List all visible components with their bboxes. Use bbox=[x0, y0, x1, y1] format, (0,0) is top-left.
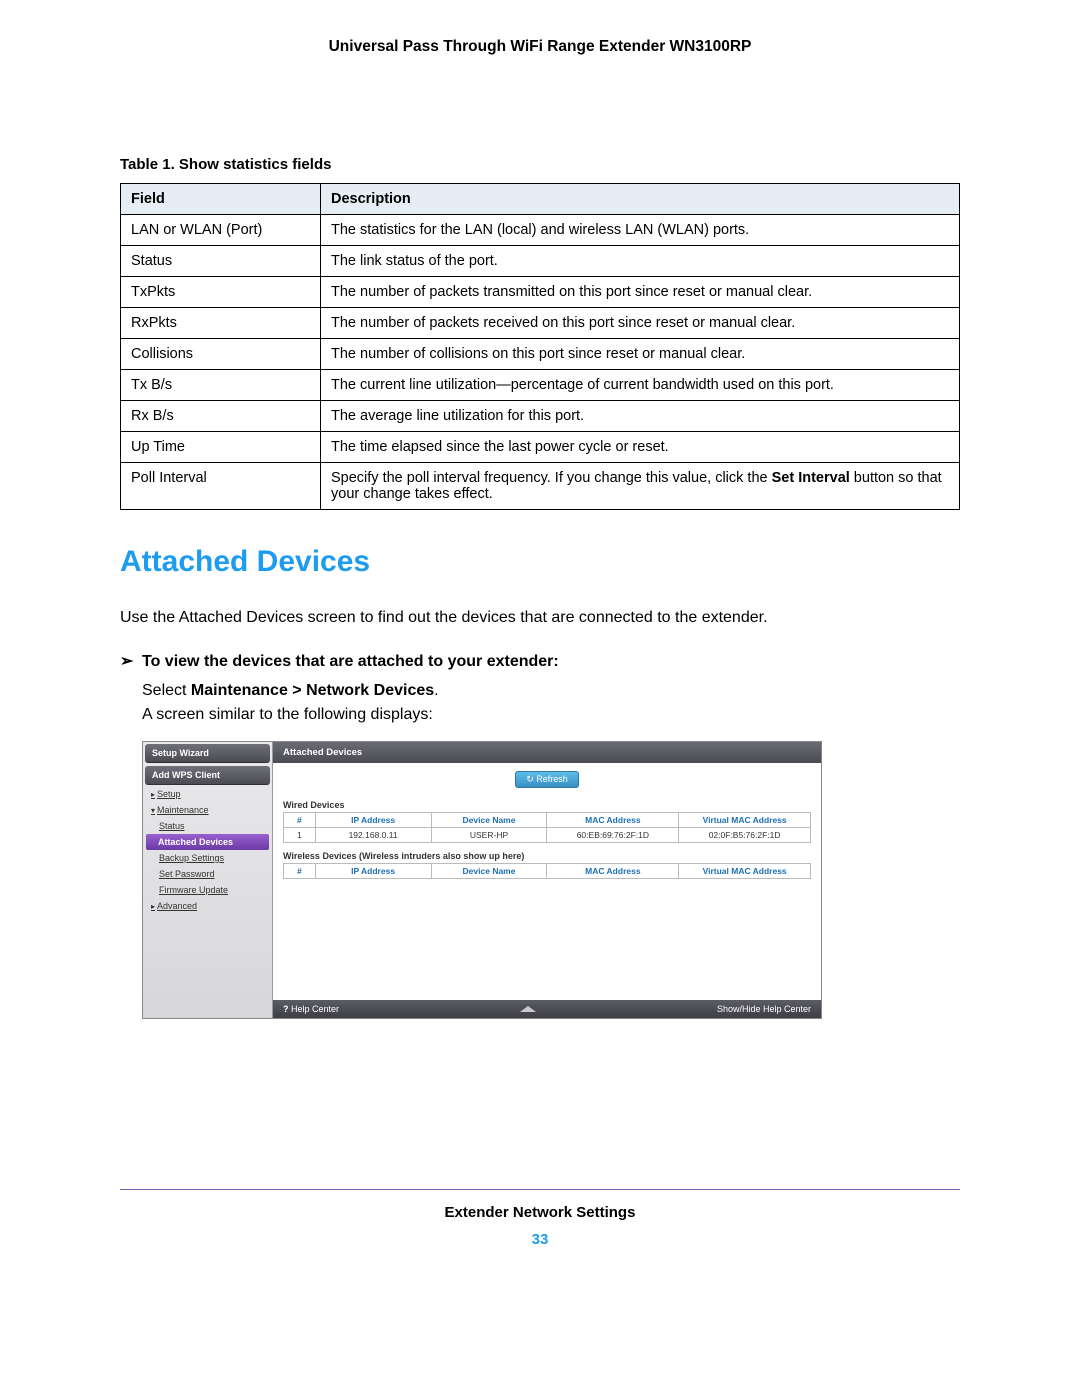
cell-field: RxPkts bbox=[121, 308, 321, 339]
page-footer: Extender Network Settings 33 bbox=[120, 1189, 960, 1248]
step-select-pre: Select bbox=[142, 682, 191, 699]
sidebar-label: Maintenance bbox=[157, 805, 209, 815]
caret-down-icon: ▾ bbox=[151, 806, 155, 815]
sidebar-item-status[interactable]: Status bbox=[143, 818, 272, 834]
col-vmac: Virtual MAC Address bbox=[679, 863, 811, 878]
section-intro: Use the Attached Devices screen to find … bbox=[120, 607, 960, 629]
cell-desc: The statistics for the LAN (local) and w… bbox=[321, 215, 960, 246]
sidebar-label: Advanced bbox=[157, 901, 197, 911]
panel-footer: Help Center Show/Hide Help Center bbox=[273, 1000, 821, 1018]
col-num: # bbox=[284, 812, 316, 827]
toggle-help-link[interactable]: Show/Hide Help Center bbox=[717, 1004, 811, 1014]
cell-desc: The current line utilization—percentage … bbox=[321, 370, 960, 401]
col-vmac: Virtual MAC Address bbox=[679, 812, 811, 827]
col-mac: MAC Address bbox=[547, 812, 679, 827]
cell-desc: The link status of the port. bbox=[321, 246, 960, 277]
footer-section-title: Extender Network Settings bbox=[120, 1204, 960, 1221]
col-num: # bbox=[284, 863, 316, 878]
cell-ip: 192.168.0.11 bbox=[315, 827, 431, 842]
col-ip: IP Address bbox=[315, 812, 431, 827]
cell-field: Poll Interval bbox=[121, 463, 321, 510]
col-name: Device Name bbox=[431, 863, 547, 878]
step-select-bold: Maintenance > Network Devices bbox=[191, 682, 434, 699]
step-heading: ➢To view the devices that are attached t… bbox=[120, 651, 960, 671]
help-center-link[interactable]: Help Center bbox=[283, 1004, 339, 1014]
footer-page-number: 33 bbox=[120, 1231, 960, 1248]
cell-field: Tx B/s bbox=[121, 370, 321, 401]
th-description: Description bbox=[321, 184, 960, 215]
table-row: CollisionsThe number of collisions on th… bbox=[121, 339, 960, 370]
sidebar-item-maintenance[interactable]: ▾Maintenance bbox=[143, 802, 272, 818]
col-mac: MAC Address bbox=[547, 863, 679, 878]
cell-name: USER-HP bbox=[431, 827, 547, 842]
expand-arrow-icon[interactable] bbox=[520, 1006, 536, 1012]
cell-field: Collisions bbox=[121, 339, 321, 370]
caret-right-icon: ▸ bbox=[151, 790, 155, 799]
setup-wizard-button[interactable]: Setup Wizard bbox=[145, 744, 270, 763]
poll-desc-pre: Specify the poll interval frequency. If … bbox=[331, 470, 772, 486]
cell-field: Status bbox=[121, 246, 321, 277]
table-row: Poll Interval Specify the poll interval … bbox=[121, 463, 960, 510]
cell-desc: Specify the poll interval frequency. If … bbox=[321, 463, 960, 510]
wireless-devices-label: Wireless Devices (Wireless intruders als… bbox=[283, 851, 811, 861]
table-row: 1 192.168.0.11 USER-HP 60:EB:69:76:2F:1D… bbox=[284, 827, 811, 842]
cell-desc: The number of packets received on this p… bbox=[321, 308, 960, 339]
sidebar-label: Setup bbox=[157, 789, 181, 799]
cell-field: Rx B/s bbox=[121, 401, 321, 432]
wireless-devices-table: # IP Address Device Name MAC Address Vir… bbox=[283, 863, 811, 879]
sidebar-item-advanced[interactable]: ▸Advanced bbox=[143, 898, 272, 914]
table-row: LAN or WLAN (Port)The statistics for the… bbox=[121, 215, 960, 246]
refresh-button[interactable]: Refresh bbox=[515, 771, 579, 788]
panel-title: Attached Devices bbox=[273, 742, 821, 763]
sidebar-item-backup[interactable]: Backup Settings bbox=[143, 850, 272, 866]
th-field: Field bbox=[121, 184, 321, 215]
table-row: Rx B/sThe average line utilization for t… bbox=[121, 401, 960, 432]
cell-num: 1 bbox=[284, 827, 316, 842]
step-marker-icon: ➢ bbox=[120, 651, 142, 671]
sidebar-item-firmware[interactable]: Firmware Update bbox=[143, 882, 272, 898]
cell-desc: The number of collisions on this port si… bbox=[321, 339, 960, 370]
step-select-post: . bbox=[434, 682, 438, 699]
embedded-screenshot: Setup Wizard Add WPS Client ▸Setup ▾Main… bbox=[142, 741, 822, 1019]
table-row: RxPktsThe number of packets received on … bbox=[121, 308, 960, 339]
cell-field: TxPkts bbox=[121, 277, 321, 308]
wired-devices-table: # IP Address Device Name MAC Address Vir… bbox=[283, 812, 811, 843]
table-row: Tx B/sThe current line utilization—perce… bbox=[121, 370, 960, 401]
section-heading: Attached Devices bbox=[120, 545, 960, 579]
step-select: Select Maintenance > Network Devices. bbox=[142, 679, 960, 703]
sidebar-item-set-password[interactable]: Set Password bbox=[143, 866, 272, 882]
cell-mac: 60:EB:69:76:2F:1D bbox=[547, 827, 679, 842]
cell-field: Up Time bbox=[121, 432, 321, 463]
step-title-text: To view the devices that are attached to… bbox=[142, 653, 559, 670]
table-row: Up TimeThe time elapsed since the last p… bbox=[121, 432, 960, 463]
col-ip: IP Address bbox=[315, 863, 431, 878]
step-after: A screen similar to the following displa… bbox=[142, 703, 960, 727]
wired-devices-label: Wired Devices bbox=[283, 800, 811, 810]
cell-field: LAN or WLAN (Port) bbox=[121, 215, 321, 246]
cell-desc: The time elapsed since the last power cy… bbox=[321, 432, 960, 463]
cell-desc: The average line utilization for this po… bbox=[321, 401, 960, 432]
cell-desc: The number of packets transmitted on thi… bbox=[321, 277, 960, 308]
sidebar: Setup Wizard Add WPS Client ▸Setup ▾Main… bbox=[143, 742, 273, 1018]
sidebar-item-attached-devices[interactable]: Attached Devices bbox=[146, 834, 269, 850]
cell-vmac: 02:0F:B5:76:2F:1D bbox=[679, 827, 811, 842]
caret-right-icon: ▸ bbox=[151, 902, 155, 911]
col-name: Device Name bbox=[431, 812, 547, 827]
sidebar-item-setup[interactable]: ▸Setup bbox=[143, 786, 272, 802]
statistics-table: Field Description LAN or WLAN (Port)The … bbox=[120, 183, 960, 510]
table-row: StatusThe link status of the port. bbox=[121, 246, 960, 277]
add-wps-client-button[interactable]: Add WPS Client bbox=[145, 766, 270, 785]
main-panel: Attached Devices Refresh Wired Devices #… bbox=[273, 742, 821, 1018]
table-caption: Table 1. Show statistics fields bbox=[120, 156, 960, 173]
poll-desc-bold: Set Interval bbox=[772, 470, 850, 486]
document-header: Universal Pass Through WiFi Range Extend… bbox=[120, 38, 960, 56]
table-row: TxPktsThe number of packets transmitted … bbox=[121, 277, 960, 308]
